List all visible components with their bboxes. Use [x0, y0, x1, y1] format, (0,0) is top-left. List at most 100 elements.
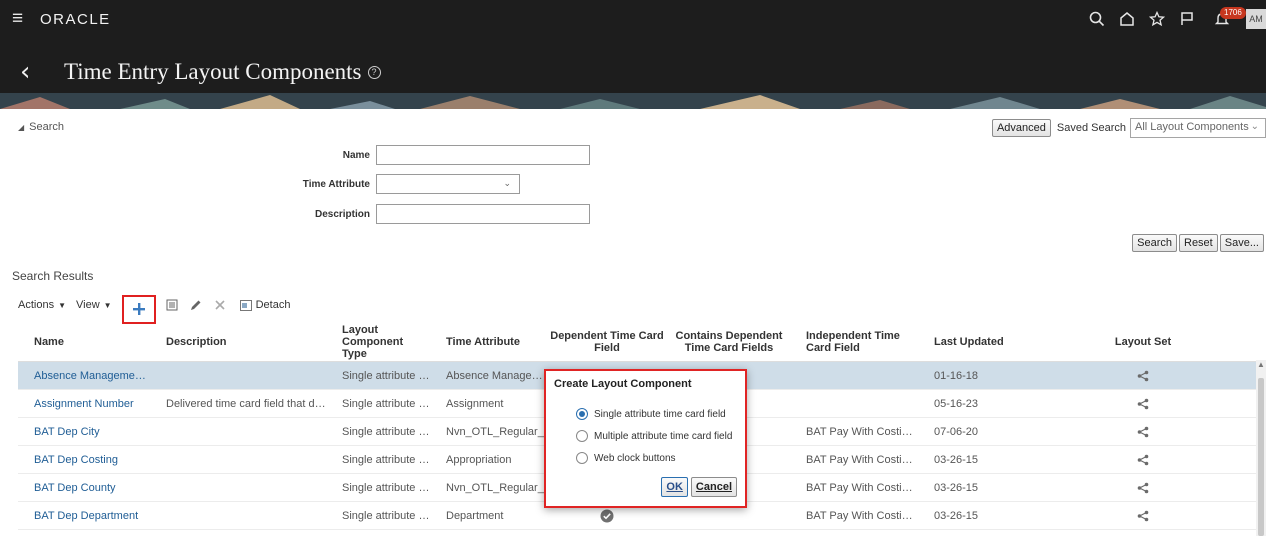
description-field-row: Description	[256, 204, 590, 224]
detach-button[interactable]: Detach	[239, 299, 290, 311]
view-label: View	[76, 299, 100, 311]
row-name-link[interactable]: Assignment Number	[18, 398, 150, 410]
description-input[interactable]	[376, 204, 590, 224]
results-toolbar: Actions ▼ View ▼ Detach	[18, 294, 290, 324]
delete-x-icon[interactable]	[210, 296, 230, 314]
row-name-link[interactable]: BAT Dep Costing	[18, 454, 150, 466]
option-single-attribute[interactable]: Single attribute time card field	[576, 408, 726, 420]
user-avatar[interactable]: AM	[1246, 9, 1266, 29]
name-field-row: Name	[256, 145, 590, 165]
column-header-contains-dependent-fields[interactable]: Contains Dependent Time Card Fields	[668, 330, 790, 354]
chevron-down-icon: ⌄	[1250, 121, 1259, 132]
row-independent-field: BAT Pay With Costing ...	[806, 509, 918, 522]
row-independent-field: BAT Pay With Costing ...	[806, 453, 918, 466]
actions-menu[interactable]: Actions ▼	[18, 299, 66, 311]
row-type: Single attribute ti...	[342, 369, 430, 382]
decorative-banner	[0, 93, 1266, 109]
row-type: Single attribute ti...	[342, 425, 430, 438]
row-last-updated: 05-16-23	[934, 397, 979, 410]
row-type: Single attribute ti...	[342, 453, 430, 466]
dialog-title: Create Layout Component	[554, 378, 692, 390]
menu-icon[interactable]: ≡	[12, 9, 34, 28]
option-label: Single attribute time card field	[594, 408, 726, 420]
share-icon[interactable]	[1048, 482, 1238, 494]
row-name-link[interactable]: BAT Dep County	[18, 482, 150, 494]
option-web-clock-buttons[interactable]: Web clock buttons	[576, 452, 676, 464]
help-icon[interactable]: ?	[367, 65, 381, 79]
row-time-attribute: Nvn_OTL_Regular_	[446, 481, 544, 494]
column-header-dependent-time-card-field[interactable]: Dependent Time Card Field	[546, 330, 668, 354]
add-button[interactable]	[121, 294, 156, 324]
edit-list-icon[interactable]	[162, 296, 182, 314]
home-icon[interactable]	[1112, 7, 1142, 31]
time-attribute-label: Time Attribute	[302, 178, 370, 190]
column-header-time-attribute[interactable]: Time Attribute	[430, 336, 546, 348]
name-label: Name	[342, 149, 370, 161]
favorites-star-icon[interactable]	[1142, 7, 1172, 31]
advanced-button[interactable]: Advanced	[991, 119, 1051, 137]
time-attribute-field-row: Time Attribute ⌄	[256, 174, 520, 194]
oracle-logo[interactable]: ORACLE	[40, 11, 111, 28]
row-independent-field: BAT Pay With Costing ...	[806, 481, 918, 494]
search-icon[interactable]	[1082, 7, 1112, 31]
column-header-layout-component-type[interactable]: Layout Component Type	[326, 324, 430, 360]
search-section-label: Search	[29, 121, 65, 133]
row-type: Single attribute ti...	[342, 397, 430, 410]
row-description: Delivered time card field that dis...	[166, 397, 326, 410]
description-label: Description	[314, 208, 370, 220]
column-header-description[interactable]: Description	[150, 336, 326, 348]
view-menu[interactable]: View ▼	[76, 299, 112, 311]
row-time-attribute: Assignment	[446, 397, 504, 410]
share-icon[interactable]	[1048, 370, 1238, 382]
saved-search-select[interactable]: All Layout Components ⌄	[1130, 118, 1266, 138]
table-vertical-scrollbar[interactable]: ▲	[1256, 360, 1266, 536]
share-icon[interactable]	[1048, 426, 1238, 438]
column-header-independent-time-card-field[interactable]: Independent Time Card Field	[790, 330, 918, 354]
plus-icon	[132, 303, 145, 315]
detach-icon	[239, 299, 252, 311]
radio-icon[interactable]	[576, 452, 588, 464]
column-header-last-updated[interactable]: Last Updated	[918, 336, 1048, 348]
scroll-up-icon[interactable]: ▲	[1257, 360, 1265, 369]
scrollbar-thumb[interactable]	[1258, 378, 1264, 536]
share-icon[interactable]	[1048, 454, 1238, 466]
column-header-layout-set[interactable]: Layout Set	[1048, 336, 1238, 348]
notification-badge: 1706	[1220, 7, 1246, 19]
row-time-attribute: Nvn_OTL_Regular_	[446, 425, 544, 438]
search-button[interactable]: Search	[1132, 234, 1177, 252]
save-button[interactable]: Save...	[1219, 234, 1264, 252]
row-last-updated: 07-06-20	[934, 425, 979, 438]
row-last-updated: 01-16-18	[934, 369, 979, 382]
name-input[interactable]	[376, 145, 590, 165]
column-header-name[interactable]: Name	[18, 336, 150, 348]
saved-search-bar: Advanced Saved Search All Layout Compone…	[991, 118, 1266, 138]
row-name-link[interactable]: BAT Dep City	[18, 426, 150, 438]
notifications-bell[interactable]: 1706	[1202, 7, 1246, 31]
radio-selected-icon[interactable]	[576, 408, 588, 420]
row-last-updated: 03-26-15	[934, 509, 979, 522]
create-layout-component-dialog: Create Layout Component Single attribute…	[544, 369, 747, 508]
watchlist-flag-icon[interactable]	[1172, 7, 1202, 31]
radio-icon[interactable]	[576, 430, 588, 442]
row-name-link[interactable]: BAT Dep Department	[18, 510, 150, 522]
table-header: Name Description Layout Component Type T…	[18, 322, 1256, 362]
option-multiple-attribute[interactable]: Multiple attribute time card field	[576, 430, 732, 442]
share-icon[interactable]	[1048, 510, 1238, 522]
row-type: Single attribute ti...	[342, 481, 430, 494]
time-attribute-select[interactable]: ⌄	[376, 174, 520, 194]
chevron-down-icon: ⌄	[503, 178, 511, 188]
row-last-updated: 03-26-15	[934, 453, 979, 466]
row-name-link[interactable]: Absence Management t...	[18, 370, 150, 382]
ok-button[interactable]: OK	[661, 477, 688, 497]
back-arrow-icon[interactable]: ‹	[20, 57, 42, 87]
cancel-button[interactable]: Cancel	[690, 477, 737, 497]
search-section-toggle[interactable]: ◢ Search	[18, 121, 64, 133]
share-icon[interactable]	[1048, 398, 1238, 410]
saved-search-value: All Layout Components	[1135, 121, 1249, 133]
row-time-attribute: Absence Managem...	[446, 369, 546, 382]
reset-button[interactable]: Reset	[1179, 234, 1218, 252]
search-results-title: Search Results	[12, 269, 94, 283]
row-last-updated: 03-26-15	[934, 481, 979, 494]
global-icons: 1706 AM	[1082, 6, 1266, 32]
pencil-icon[interactable]	[186, 296, 206, 314]
